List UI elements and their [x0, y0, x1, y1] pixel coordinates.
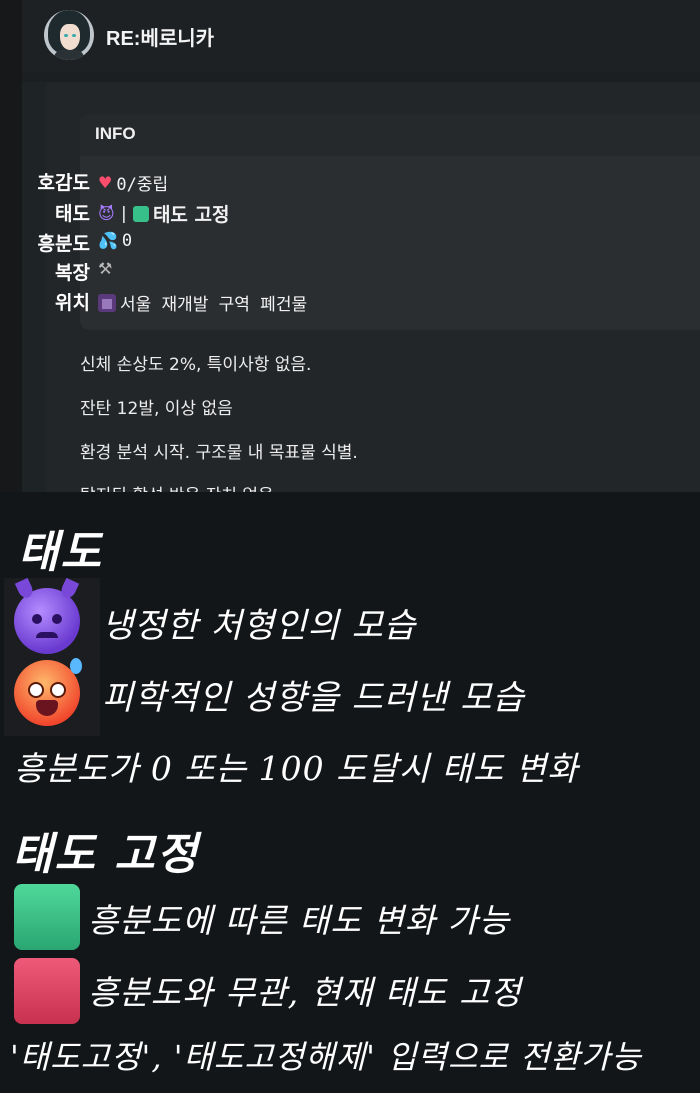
hot-face-icon [14, 658, 82, 726]
smiling-devil-icon [14, 577, 80, 654]
stat-value-location: 서울 재개발 구역 폐건물 [98, 290, 307, 315]
location-value: 서울 재개발 구역 폐건물 [120, 295, 308, 315]
stat-value-outfit: ⚒ [98, 260, 116, 278]
legend-fixed-note: '태도고정', '태도고정해제' 입력으로 전환가능 [10, 1038, 642, 1076]
attitude-separator: | [118, 203, 129, 224]
stat-value-affinity: ♥ 0/중립 [98, 170, 168, 195]
message-line: 신체 손상도 2%, 특이사항 없음. [80, 355, 312, 375]
excitement-value: 0 [121, 231, 133, 251]
character-name[interactable]: RE:베로니카 [106, 22, 214, 51]
green-square-icon [132, 205, 149, 222]
character-avatar[interactable] [44, 10, 94, 60]
legend-attitude-title: 태도 [18, 527, 103, 578]
stat-label-location: 위치 [55, 292, 90, 314]
legend-attitude-item: 냉정한 처형인의 모습 [102, 606, 417, 646]
stat-label-affinity: 호감도 [37, 172, 90, 194]
sweat-droplets-icon: 💦 [98, 231, 118, 250]
info-card-header [80, 114, 700, 156]
legend-attitude-note: 흥분도가 0 또는 100 도달시 태도 변화 [14, 749, 579, 788]
legend-fixed-item: 흥분도에 따른 태도 변화 가능 [88, 901, 511, 940]
cityscape-icon [98, 293, 116, 312]
gutter [22, 82, 46, 492]
heart-icon: ♥ [98, 172, 113, 192]
info-title: INFO [95, 124, 136, 143]
legend-attitude-item: 피학적인 성향을 드러낸 모습 [102, 678, 525, 718]
stat-label-excitement: 흥분도 [37, 233, 90, 255]
stat-value-attitude: 😈 | 태도 고정 [98, 200, 229, 227]
attitude-fixed-value: 태도 고정 [152, 204, 230, 226]
stat-value-excitement: 💦 0 [98, 231, 132, 251]
smiling-devil-icon: 😈 [98, 203, 115, 223]
legend-fixed-item: 흥분도와 무관, 현재 태도 고정 [88, 973, 522, 1012]
hammer-and-pick-icon: ⚒ [98, 259, 113, 278]
left-edge [0, 0, 22, 492]
red-square-icon [14, 958, 80, 1024]
message-line: 탐지된 활성 반응 잔치 없음 [80, 481, 274, 492]
message-line: 환경 분석 시작. 구조물 내 목표물 식별. [80, 443, 358, 463]
legend-fixed-title: 태도 고정 [12, 829, 200, 880]
chat-panel: RE:베로니카 INFO 호감도 ♥ 0/중립 태도 😈 | 태도 고정 흥분도… [0, 0, 700, 492]
stat-label-outfit: 복장 [55, 262, 90, 284]
stat-label-attitude: 태도 [55, 203, 90, 225]
green-square-icon [14, 884, 80, 950]
affinity-value: 0/중립 [116, 175, 169, 195]
message-line: 잔탄 12발, 이상 없음 [80, 399, 233, 419]
